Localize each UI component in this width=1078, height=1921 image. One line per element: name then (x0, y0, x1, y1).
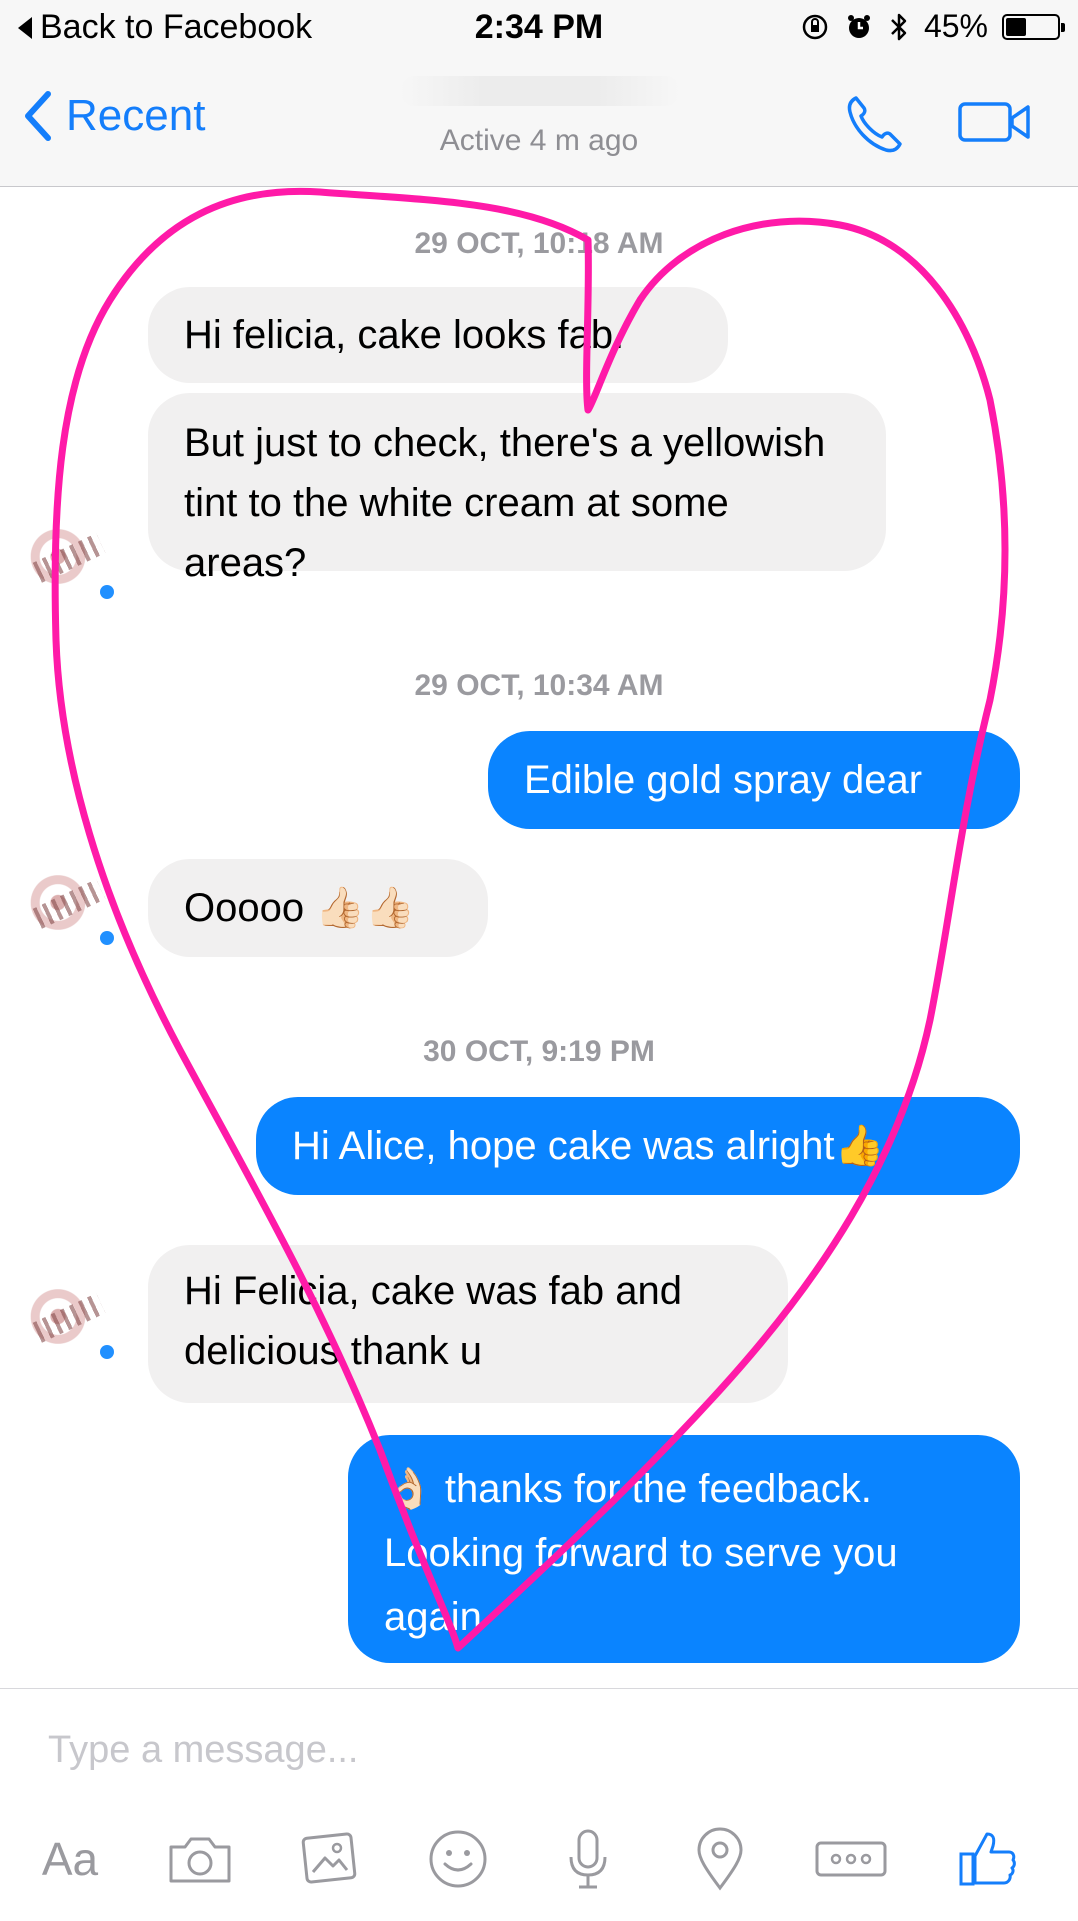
battery-percent: 45% (923, 8, 988, 44)
message-composer: Type a message... Aa (0, 1688, 1078, 1921)
message-thread[interactable]: 29 OCT, 10:18 AM Hi felicia, cake looks … (0, 187, 1078, 1687)
video-call-button[interactable] (956, 98, 1034, 151)
incoming-message[interactable]: But just to check, there's a yellowish t… (148, 393, 886, 585)
incoming-message[interactable]: Hi felicia, cake looks fab. (148, 287, 728, 383)
location-button[interactable] (680, 1819, 760, 1899)
timestamp: 30 OCT, 9:19 PM (423, 1035, 655, 1068)
status-bar: Back to Facebook 2:34 PM 45% (0, 0, 1078, 58)
message-input[interactable]: Type a message... (48, 1729, 359, 1772)
outgoing-message[interactable]: 👌🏻 thanks for the feedback. Looking forw… (348, 1435, 1020, 1663)
active-status: Active 4 m ago (439, 124, 639, 157)
timestamp: 29 OCT, 10:34 AM (414, 669, 664, 702)
messenger-badge-icon (100, 1345, 114, 1359)
more-button[interactable] (806, 1819, 896, 1899)
outgoing-message[interactable]: Edible gold spray dear (488, 731, 1020, 829)
camera-button[interactable] (160, 1819, 240, 1899)
status-icons: 45% (800, 8, 1065, 45)
contact-name-redacted (400, 76, 680, 106)
text-format-icon: Aa (41, 1833, 99, 1885)
battery-icon (1002, 13, 1065, 40)
messenger-badge-icon (100, 931, 114, 945)
contact-avatar[interactable] (14, 507, 124, 617)
gallery-icon (301, 1832, 357, 1884)
like-button[interactable] (948, 1819, 1028, 1899)
video-call-icon (958, 102, 1030, 142)
more-icon (815, 1841, 887, 1877)
text-format-button[interactable]: Aa (30, 1819, 110, 1899)
microphone-button[interactable] (548, 1819, 628, 1899)
outgoing-message[interactable]: Hi Alice, hope cake was alright👍 (256, 1097, 1020, 1195)
emoji-icon (429, 1830, 487, 1888)
emoji-button[interactable] (418, 1819, 498, 1899)
call-button[interactable] (842, 92, 906, 161)
camera-icon (169, 1837, 231, 1883)
microphone-icon (569, 1829, 607, 1889)
timestamp: 29 OCT, 10:18 AM (414, 227, 664, 260)
contact-avatar[interactable] (14, 1267, 124, 1377)
incoming-message[interactable]: Hi Felicia, cake was fab and delicious t… (148, 1245, 788, 1403)
alarm-icon (847, 14, 870, 38)
bluetooth-icon (891, 13, 907, 40)
orientation-lock-icon (802, 14, 828, 39)
location-icon (697, 1827, 743, 1891)
contact-avatar[interactable] (14, 853, 124, 963)
call-icon (847, 96, 902, 153)
like-icon (959, 1832, 1016, 1886)
battery-level (1006, 17, 1027, 36)
messenger-badge-icon (100, 585, 114, 599)
incoming-message[interactable]: Ooooo 👍🏻👍🏻 (148, 859, 488, 957)
composer-toolbar: Aa (0, 1819, 1078, 1899)
conversation-header: Recent Active 4 m ago (0, 58, 1078, 187)
gallery-button[interactable] (290, 1819, 370, 1899)
